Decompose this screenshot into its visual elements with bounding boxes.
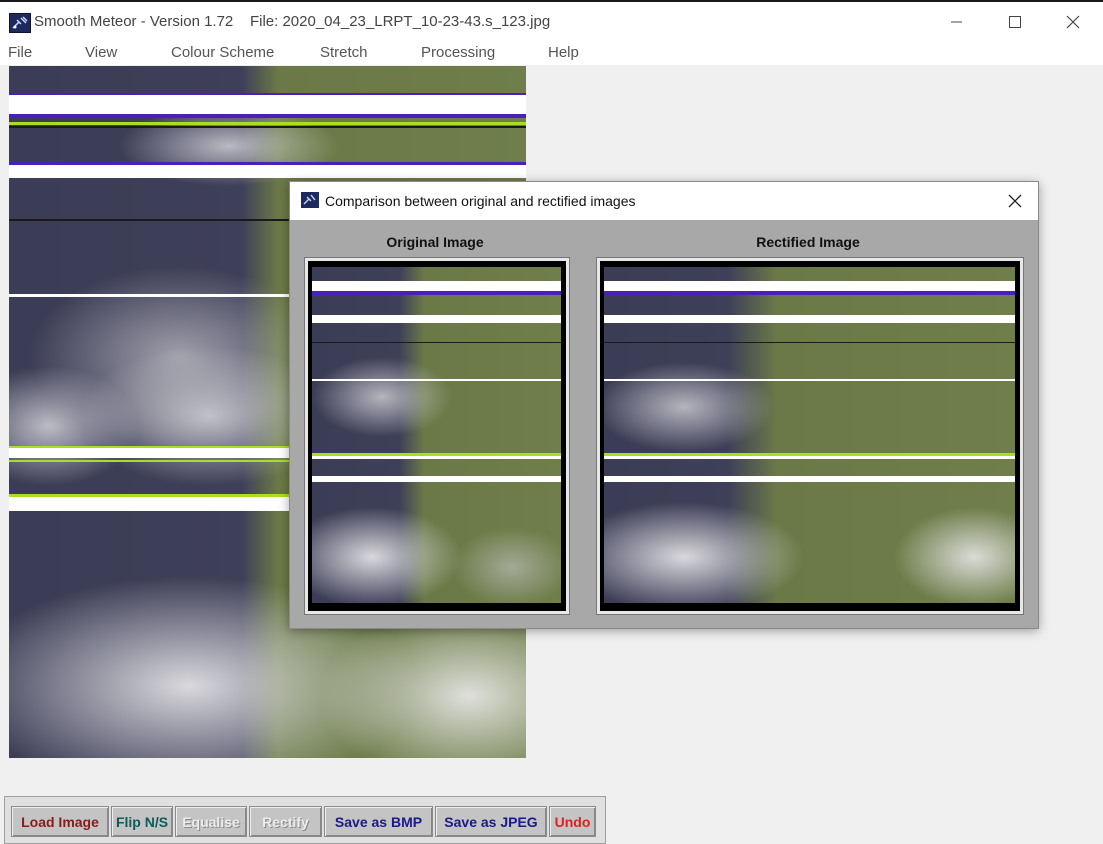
original-image bbox=[312, 267, 561, 603]
close-icon bbox=[1008, 194, 1022, 208]
minimize-icon bbox=[951, 21, 962, 23]
maximize-icon bbox=[1009, 16, 1021, 28]
rectified-image-label: Rectified Image bbox=[756, 234, 860, 250]
file-name-label: File: 2020_04_23_LRPT_10-23-43.s_123.jpg bbox=[249, 13, 551, 30]
rectified-image-frame bbox=[596, 257, 1024, 615]
satellite-icon bbox=[301, 192, 319, 208]
flip-ns-button[interactable]: Flip N/S bbox=[111, 806, 173, 837]
equalise-button[interactable]: Equalise bbox=[175, 806, 247, 837]
menu-bar: File View Colour Scheme Stretch Processi… bbox=[0, 42, 1103, 65]
menu-processing[interactable]: Processing bbox=[421, 44, 495, 61]
dialog-title: Comparison between original and rectifie… bbox=[325, 193, 636, 209]
load-image-button[interactable]: Load Image bbox=[11, 806, 109, 837]
bottom-toolbar: Load Image Flip N/S Equalise Rectify Sav… bbox=[4, 796, 606, 844]
save-bmp-button[interactable]: Save as BMP bbox=[324, 806, 433, 837]
dialog-close-button[interactable] bbox=[1002, 188, 1028, 214]
menu-stretch[interactable]: Stretch bbox=[320, 44, 368, 61]
dialog-title-bar: Comparison between original and rectifie… bbox=[290, 182, 1038, 220]
comparison-dialog: Comparison between original and rectifie… bbox=[289, 181, 1039, 629]
close-button[interactable] bbox=[1050, 6, 1096, 38]
window-title: Smooth Meteor - Version 1.72 File: 2020_… bbox=[34, 13, 550, 30]
minimize-button[interactable] bbox=[934, 6, 980, 38]
maximize-button[interactable] bbox=[992, 6, 1038, 38]
menu-colour-scheme[interactable]: Colour Scheme bbox=[171, 44, 274, 61]
save-jpeg-button[interactable]: Save as JPEG bbox=[435, 806, 547, 837]
menu-help[interactable]: Help bbox=[548, 44, 579, 61]
title-bar: Smooth Meteor - Version 1.72 File: 2020_… bbox=[0, 2, 1103, 42]
app-title: Smooth Meteor - Version 1.72 bbox=[34, 13, 234, 30]
close-icon bbox=[1066, 15, 1080, 29]
original-image-frame bbox=[304, 257, 570, 615]
rectify-button[interactable]: Rectify bbox=[249, 806, 322, 837]
original-image-label: Original Image bbox=[386, 234, 484, 250]
menu-view[interactable]: View bbox=[85, 44, 117, 61]
satellite-icon bbox=[9, 13, 31, 33]
undo-button[interactable]: Undo bbox=[549, 806, 596, 837]
menu-file[interactable]: File bbox=[8, 44, 32, 61]
rectified-image bbox=[604, 267, 1015, 603]
